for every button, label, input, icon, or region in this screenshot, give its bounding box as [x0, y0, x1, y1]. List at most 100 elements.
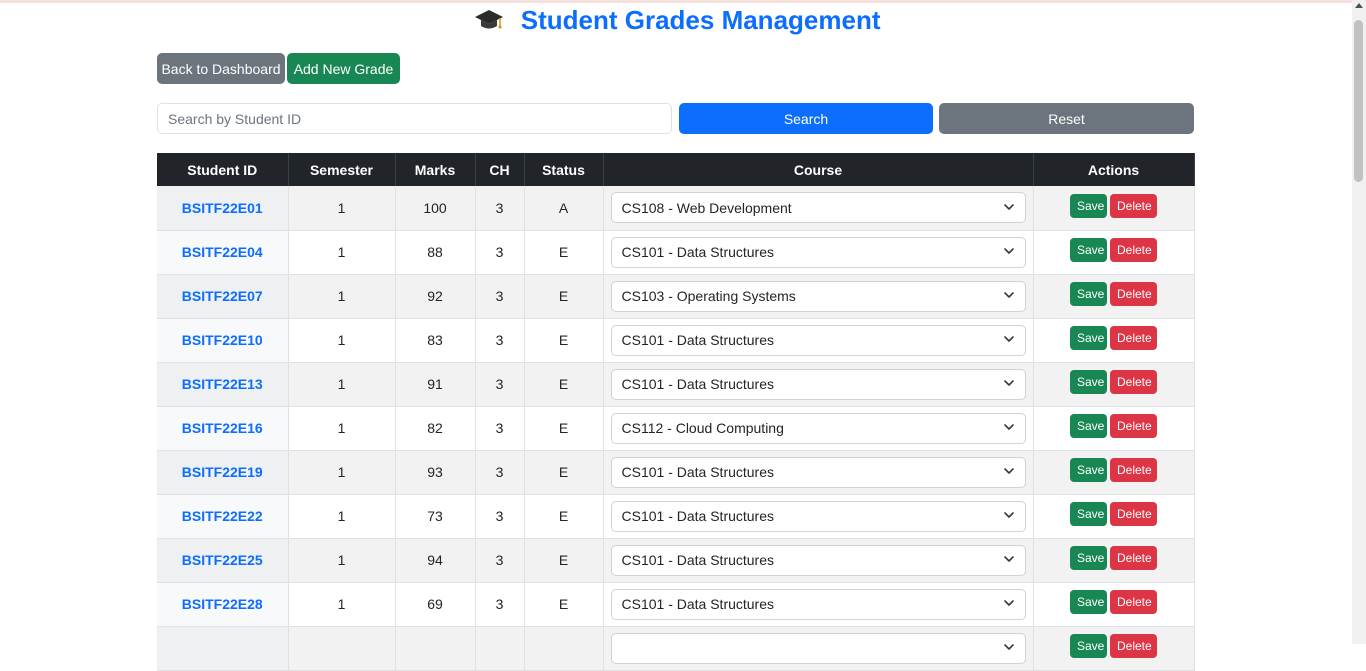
delete-button[interactable]: Delete: [1110, 238, 1157, 262]
reset-button[interactable]: Reset: [939, 103, 1194, 134]
top-accent-line: [0, 0, 1366, 3]
course-select[interactable]: CS103 - Operating Systems: [610, 280, 1026, 312]
student-id-link[interactable]: BSITF22E04: [182, 244, 263, 260]
course-select-value: CS101 - Data Structures: [621, 552, 775, 568]
course-select[interactable]: CS101 - Data Structures: [610, 588, 1026, 620]
student-id-link[interactable]: BSITF22E10: [182, 332, 263, 348]
cell-semester: 1: [288, 362, 396, 407]
cell-course: CS108 - Web Development: [603, 186, 1034, 231]
save-button[interactable]: Save: [1070, 370, 1107, 394]
student-id-search-input[interactable]: [157, 103, 672, 134]
delete-button[interactable]: Delete: [1110, 370, 1157, 394]
table-row: BSITF22E04 1 88 3 E CS101 - Data Structures Sa…: [157, 230, 1195, 275]
delete-button[interactable]: Delete: [1110, 634, 1157, 658]
delete-button[interactable]: Delete: [1110, 590, 1157, 614]
cell-student-id: BSITF22E16: [157, 406, 289, 451]
student-id-link[interactable]: BSITF22E19: [182, 464, 263, 480]
save-button[interactable]: Save: [1070, 546, 1107, 570]
cell-course: CS103 - Operating Systems: [603, 274, 1034, 319]
course-select-value: CS112 - Cloud Computing: [621, 420, 784, 436]
delete-button[interactable]: Delete: [1110, 546, 1157, 570]
cell-ch: 3: [475, 538, 525, 583]
course-select[interactable]: CS101 - Data Structures: [610, 456, 1026, 488]
save-button[interactable]: Save: [1070, 590, 1107, 614]
student-id-link[interactable]: BSITF22E22: [182, 508, 263, 524]
cell-status: E: [524, 538, 604, 583]
course-select[interactable]: CS101 - Data Structures: [610, 324, 1026, 356]
delete-button[interactable]: Delete: [1110, 502, 1157, 526]
cell-semester: 1: [288, 318, 396, 363]
save-button[interactable]: Save: [1070, 238, 1107, 262]
student-id-link[interactable]: BSITF22E25: [182, 552, 263, 568]
header-status: Status: [524, 153, 604, 186]
cell-course: CS101 - Data Structures: [603, 450, 1034, 495]
cell-actions: Save Delete: [1033, 230, 1195, 275]
save-button[interactable]: Save: [1070, 502, 1107, 526]
table-row: BSITF22E13 1 91 3 E CS101 - Data Structures Sa…: [157, 362, 1195, 407]
student-id-link[interactable]: BSITF22E28: [182, 596, 263, 612]
cell-ch: 3: [475, 406, 525, 451]
add-new-grade-button[interactable]: Add New Grade: [287, 53, 400, 84]
course-select[interactable]: CS101 - Data Structures: [610, 236, 1026, 268]
save-button[interactable]: Save: [1070, 634, 1107, 658]
cell-student-id: BSITF22E28: [157, 582, 289, 627]
cell-status: E: [524, 406, 604, 451]
delete-button[interactable]: Delete: [1110, 326, 1157, 350]
course-select[interactable]: CS112 - Cloud Computing: [610, 412, 1026, 444]
course-select[interactable]: [610, 632, 1026, 664]
header-actions: Actions: [1033, 153, 1195, 186]
course-select[interactable]: CS101 - Data Structures: [610, 544, 1026, 576]
student-id-link[interactable]: BSITF22E16: [182, 420, 263, 436]
course-select[interactable]: CS108 - Web Development: [610, 192, 1026, 224]
save-button[interactable]: Save: [1070, 282, 1107, 306]
cell-semester: [288, 626, 396, 671]
cell-actions: Save Delete: [1033, 186, 1195, 231]
cell-ch: 3: [475, 318, 525, 363]
save-button[interactable]: Save: [1070, 414, 1107, 438]
course-select[interactable]: CS101 - Data Structures: [610, 500, 1026, 532]
cell-student-id: BSITF22E04: [157, 230, 289, 275]
scroll-up-arrow-icon[interactable]: [1355, 3, 1363, 8]
cell-actions: Save Delete: [1033, 450, 1195, 495]
save-button[interactable]: Save: [1070, 193, 1107, 218]
student-id-link[interactable]: BSITF22E13: [182, 376, 263, 392]
cell-student-id: BSITF22E13: [157, 362, 289, 407]
header-ch: CH: [475, 153, 525, 186]
chevron-down-icon: [1003, 244, 1015, 260]
cell-marks: 91: [395, 362, 476, 407]
cell-course: CS101 - Data Structures: [603, 582, 1034, 627]
cell-status: [524, 626, 604, 671]
cell-student-id: BSITF22E07: [157, 274, 289, 319]
search-button[interactable]: Search: [679, 103, 933, 134]
table-row: BSITF22E01 1 100 3 A CS108 - Web Development S…: [157, 186, 1195, 231]
cell-ch: 3: [475, 494, 525, 539]
cell-semester: 1: [288, 494, 396, 539]
save-button[interactable]: Save: [1070, 458, 1107, 482]
student-id-link[interactable]: BSITF22E01: [182, 200, 263, 216]
cell-marks: 83: [395, 318, 476, 363]
delete-button[interactable]: Delete: [1110, 414, 1157, 438]
delete-button[interactable]: Delete: [1110, 458, 1157, 482]
cell-student-id: [157, 626, 289, 671]
cell-actions: Save Delete: [1033, 406, 1195, 451]
header-course: Course: [603, 153, 1034, 186]
course-select[interactable]: CS101 - Data Structures: [610, 368, 1026, 400]
course-select-value: CS101 - Data Structures: [621, 244, 775, 260]
cell-course: CS101 - Data Structures: [603, 230, 1034, 275]
delete-button[interactable]: Delete: [1110, 282, 1157, 306]
cell-status: E: [524, 494, 604, 539]
student-id-link[interactable]: BSITF22E07: [182, 288, 263, 304]
save-button[interactable]: Save: [1070, 326, 1107, 350]
cell-student-id: BSITF22E25: [157, 538, 289, 583]
chevron-down-icon: [1003, 464, 1015, 480]
cell-actions: Save Delete: [1033, 362, 1195, 407]
cell-ch: [475, 626, 525, 671]
cell-marks: 88: [395, 230, 476, 275]
cell-status: E: [524, 318, 604, 363]
delete-button[interactable]: Delete: [1110, 193, 1157, 218]
cell-student-id: BSITF22E19: [157, 450, 289, 495]
cell-ch: 3: [475, 362, 525, 407]
scrollbar-thumb[interactable]: [1354, 20, 1363, 182]
cell-semester: 1: [288, 230, 396, 275]
back-to-dashboard-button[interactable]: Back to Dashboard: [157, 53, 285, 84]
